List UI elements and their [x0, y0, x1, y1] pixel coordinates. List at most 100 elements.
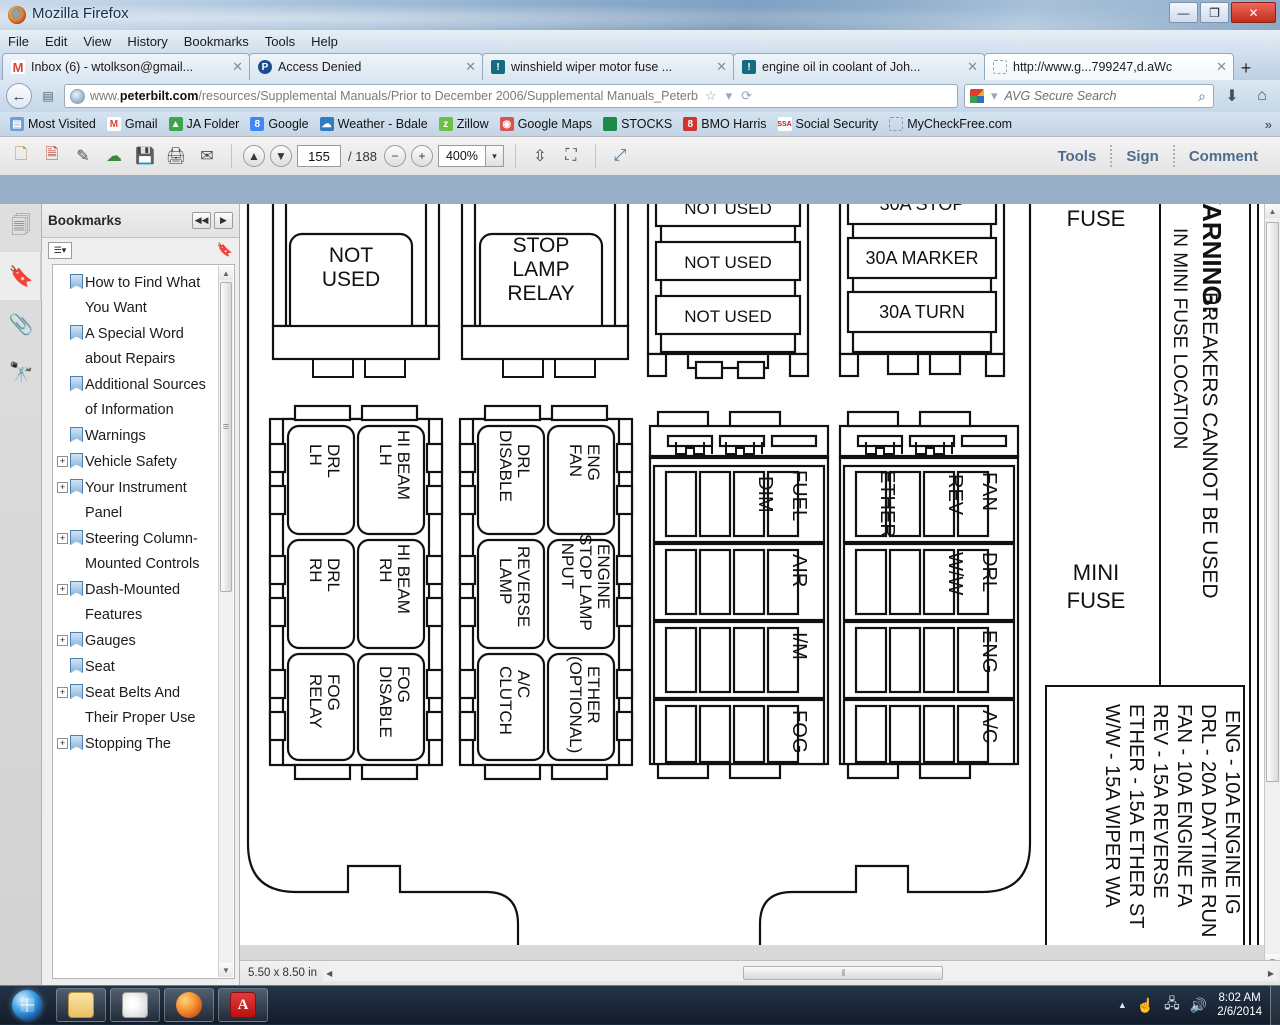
scroll-down-icon[interactable]: ▼: [219, 963, 233, 977]
page-number-input[interactable]: 155: [297, 145, 341, 167]
bookmark-weather[interactable]: ☁ Weather - Bdale: [316, 116, 432, 132]
tab-close-icon[interactable]: ✕: [965, 59, 978, 75]
expand-icon[interactable]: +: [57, 738, 68, 749]
menu-bookmarks[interactable]: Bookmarks: [184, 34, 249, 49]
attachments-icon[interactable]: 📎: [0, 300, 42, 348]
tab-close-icon[interactable]: ✕: [714, 59, 727, 75]
forward-arrow-icon[interactable]: ▤: [38, 85, 58, 107]
email-button[interactable]: ✉: [194, 143, 220, 169]
home-icon[interactable]: ⌂: [1250, 84, 1274, 108]
open-file-button[interactable]: 🗋: [8, 143, 34, 169]
pdf-viewport[interactable]: NOT USED STOP LAMP RELAY: [240, 204, 1280, 985]
menu-file[interactable]: File: [8, 34, 29, 49]
tab-gmail-inbox[interactable]: M Inbox (6) - wtolkson@gmail... ✕: [2, 53, 250, 80]
maximize-button[interactable]: ❐: [1200, 2, 1229, 23]
bookmark-stocks[interactable]: STOCKS: [599, 116, 676, 132]
expand-icon[interactable]: +: [57, 533, 68, 544]
tab-wiper-fuse[interactable]: ! winshield wiper motor fuse ... ✕: [482, 53, 734, 80]
tab-active-google[interactable]: http://www.g...799247,d.aWc ✕: [984, 53, 1234, 80]
bookmark-bmo-harris[interactable]: 8 BMO Harris: [679, 116, 770, 132]
bookmark-item-special-word[interactable]: A Special Word about Repairs: [57, 322, 216, 372]
options-list-icon[interactable]: ☰▾: [48, 242, 72, 259]
bookmark-item-vehicle-safety[interactable]: + Vehicle Safety: [57, 450, 216, 475]
bookmark-star-icon[interactable]: ☆: [703, 88, 719, 104]
taskbar-firefox[interactable]: [164, 988, 214, 1022]
search-icon[interactable]: 🔭: [0, 348, 42, 396]
tab-close-icon[interactable]: ✕: [1214, 59, 1227, 75]
bookmark-item-seat[interactable]: Seat: [57, 655, 216, 680]
menu-help[interactable]: Help: [311, 34, 338, 49]
expand-sidebar-button[interactable]: ▶: [214, 212, 233, 229]
back-arrow-icon[interactable]: ←: [6, 83, 32, 109]
volume-icon[interactable]: 🔊: [1190, 997, 1207, 1014]
page-thumbnails-icon[interactable]: 🗐: [0, 204, 42, 252]
bookmark-ja-folder[interactable]: ▲ JA Folder: [165, 116, 244, 132]
pdf-vertical-scrollbar[interactable]: ▲ ▼: [1264, 204, 1280, 968]
chevron-down-icon[interactable]: ▾: [724, 88, 735, 104]
bookmark-gmail[interactable]: M Gmail: [103, 116, 162, 132]
tab-engine-oil[interactable]: ! engine oil in coolant of Joh... ✕: [733, 53, 985, 80]
bookmark-item-additional-sources[interactable]: Additional Sources of Information: [57, 373, 216, 423]
previous-page-button[interactable]: ▲: [243, 145, 265, 167]
menu-edit[interactable]: Edit: [45, 34, 67, 49]
bookmark-item-instrument-panel[interactable]: + Your Instrument Panel: [57, 476, 216, 526]
zoom-out-button[interactable]: −: [384, 145, 406, 167]
menu-view[interactable]: View: [83, 34, 111, 49]
save-button[interactable]: 💾: [132, 143, 158, 169]
collapse-sidebar-button[interactable]: ◀◀: [192, 212, 211, 229]
scrollbar-thumb[interactable]: [1266, 222, 1279, 782]
bookmark-item-dash-mounted[interactable]: + Dash-Mounted Features: [57, 578, 216, 628]
create-pdf-button[interactable]: 🗎: [39, 143, 65, 169]
tab-access-denied[interactable]: P Access Denied ✕: [249, 53, 483, 80]
search-bar[interactable]: ▾ AVG Secure Search ⌕: [964, 84, 1214, 108]
clock[interactable]: 8:02 AM 2/6/2014: [1217, 991, 1262, 1019]
comment-menu-button[interactable]: Comment: [1175, 148, 1272, 165]
bookmarks-scrollbar[interactable]: ▲ ▼: [218, 266, 233, 977]
bookmark-zillow[interactable]: z Zillow: [435, 116, 493, 132]
scroll-left-icon[interactable]: ◀: [323, 969, 335, 978]
bookmarks-tree[interactable]: How to Find What You Want A Special Word…: [52, 264, 235, 979]
expand-icon[interactable]: +: [57, 456, 68, 467]
scrollbar-thumb[interactable]: [220, 282, 232, 592]
scroll-right-icon[interactable]: ▶: [1268, 969, 1274, 978]
taskbar-paint[interactable]: [110, 988, 160, 1022]
start-button[interactable]: [0, 986, 54, 1025]
new-bookmark-icon[interactable]: 🔖: [217, 242, 233, 258]
minimize-button[interactable]: —: [1169, 2, 1198, 23]
bookmark-google-maps[interactable]: ◉ Google Maps: [496, 116, 596, 132]
chevron-down-icon[interactable]: ▾: [486, 145, 504, 167]
scrollbar-thumb[interactable]: ⦀: [743, 966, 943, 980]
scroll-up-icon[interactable]: ▲: [219, 266, 233, 280]
show-desktop-button[interactable]: [1270, 986, 1280, 1025]
download-arrow-icon[interactable]: ⬇: [1220, 84, 1244, 108]
tools-menu-button[interactable]: Tools: [1043, 148, 1110, 165]
zoom-control[interactable]: 400% ▾: [438, 145, 504, 167]
expand-icon[interactable]: +: [57, 635, 68, 646]
bookmark-mycheckfree[interactable]: MyCheckFree.com: [885, 116, 1016, 132]
bookmark-item-steering-column[interactable]: + Steering Column-Mounted Controls: [57, 527, 216, 577]
bookmark-item-seat-belts[interactable]: + Seat Belts And Their Proper Use: [57, 681, 216, 731]
expand-icon[interactable]: +: [57, 482, 68, 493]
reload-icon[interactable]: ⟳: [739, 88, 754, 104]
expand-icon[interactable]: +: [57, 584, 68, 595]
fit-page-icon[interactable]: ⛶: [558, 143, 584, 169]
new-tab-button[interactable]: +: [1233, 56, 1259, 80]
upload-cloud-button[interactable]: ☁: [101, 143, 127, 169]
url-bar[interactable]: www.peterbilt.com/resources/Supplemental…: [64, 84, 958, 108]
menu-tools[interactable]: Tools: [265, 34, 295, 49]
scroll-up-icon[interactable]: ▲: [1265, 204, 1280, 218]
chevron-down-icon[interactable]: ▾: [989, 88, 1000, 104]
bookmarks-icon[interactable]: 🔖: [0, 252, 42, 300]
bookmark-social-security[interactable]: SSA Social Security: [774, 116, 883, 132]
pdf-horizontal-scrollbar[interactable]: ◀ ⦀ ▶: [323, 965, 1278, 981]
edit-pdf-button[interactable]: ✎: [70, 143, 96, 169]
taskbar-windows-explorer[interactable]: [56, 988, 106, 1022]
menu-history[interactable]: History: [127, 34, 167, 49]
show-hidden-icons-button[interactable]: ▲: [1118, 1000, 1127, 1010]
tab-close-icon[interactable]: ✕: [463, 59, 476, 75]
avg-tray-icon[interactable]: ☝: [1137, 997, 1154, 1014]
taskbar-acrobat[interactable]: A: [218, 988, 268, 1022]
expand-icon[interactable]: +: [57, 687, 68, 698]
bookmark-item-stopping-the[interactable]: + Stopping The: [57, 732, 216, 757]
close-button[interactable]: ✕: [1231, 2, 1276, 23]
